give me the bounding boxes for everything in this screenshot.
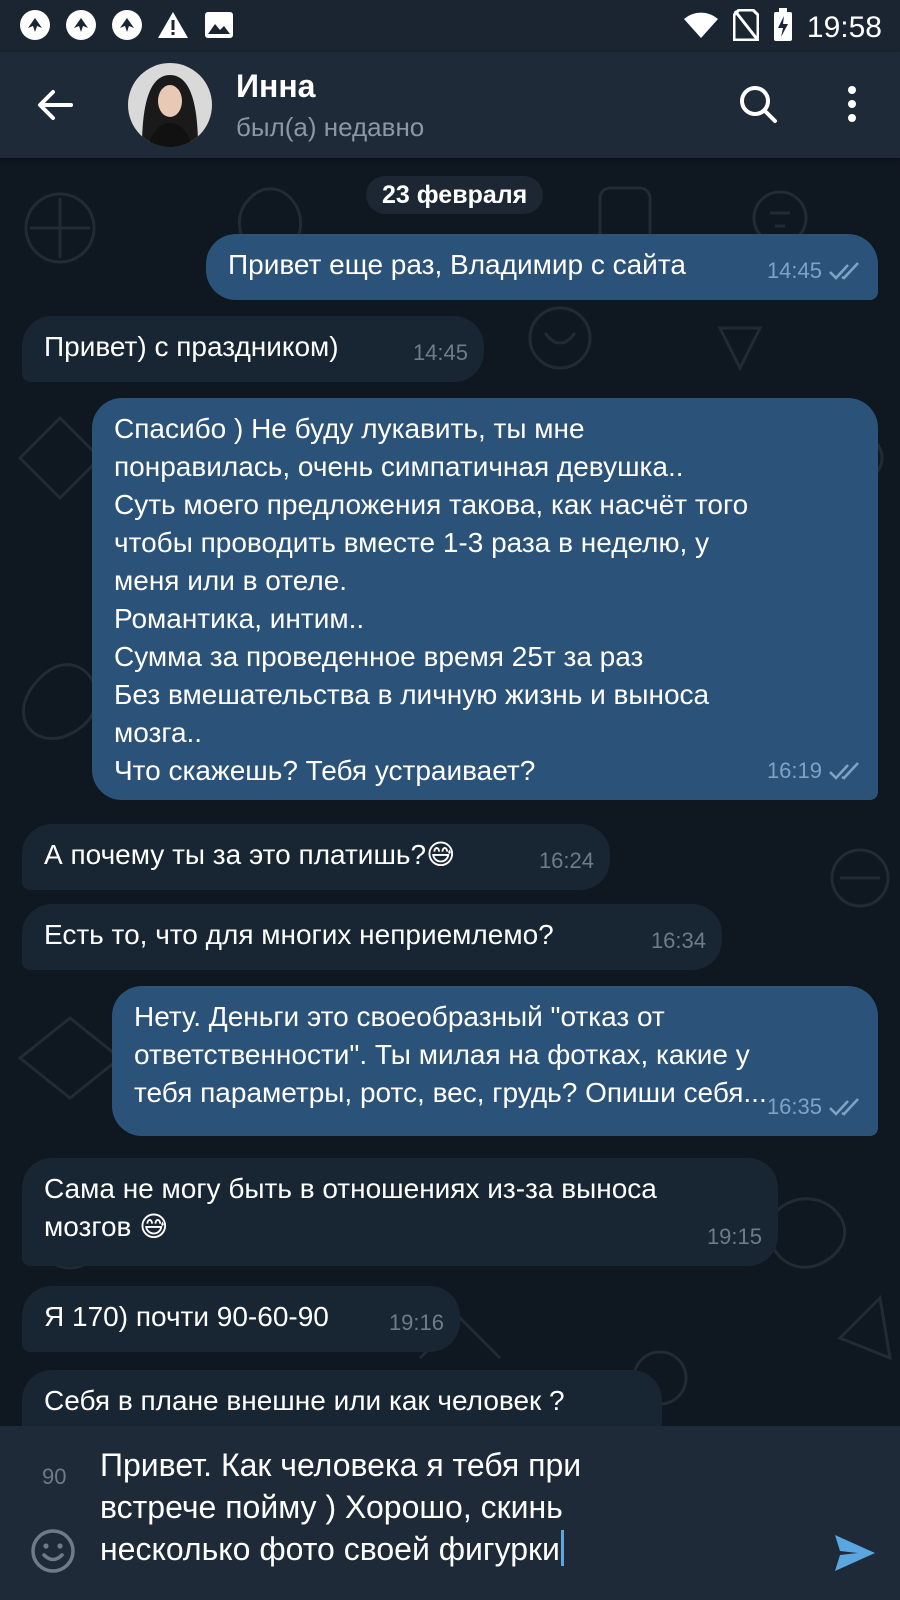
message-outgoing[interactable]: Нету. Деньги это своеобразный "отказ от … (112, 986, 878, 1136)
double-check-icon (829, 262, 859, 280)
message-meta: 14:45 (767, 252, 862, 290)
more-vertical-icon (848, 86, 856, 122)
image-icon (202, 8, 236, 42)
message-input[interactable]: Привет. Как человека я тебя при встрече … (100, 1444, 780, 1570)
status-bar: 19:58 (0, 0, 900, 52)
more-menu-button[interactable] (826, 78, 878, 130)
message-time: 19:15 (706, 1224, 762, 1249)
message-time: 16:24 (538, 848, 594, 873)
double-check-icon (829, 1098, 859, 1116)
message-incoming[interactable]: Привет) с праздником) 14:45 (22, 316, 484, 382)
app-notification-icon (64, 8, 98, 42)
arrow-left-icon (38, 90, 73, 120)
message-time: 14:45 (412, 340, 468, 365)
message-meta: 19:16 (389, 1304, 444, 1342)
message-text: Привет еще раз, Владимир с сайта (228, 249, 686, 280)
message-text: Себя в плане внешне или как человек ? (44, 1385, 565, 1416)
send-button[interactable] (830, 1528, 880, 1578)
last-seen-status: был(а) недавно (236, 112, 425, 142)
message-text: Сама не могу быть в отношениях из-за вын… (44, 1173, 657, 1242)
chat-header: Инна был(а) недавно (0, 52, 900, 158)
send-icon (835, 1535, 875, 1571)
app-notification-icon (110, 8, 144, 42)
message-meta: 16:35 (767, 1088, 862, 1126)
message-time: 16:19 (766, 758, 822, 783)
app-notification-icon (18, 8, 52, 42)
emoji-button[interactable] (28, 1526, 78, 1576)
search-icon (740, 86, 777, 123)
smile-icon (31, 1529, 75, 1573)
message-outgoing[interactable]: Спасибо ) Не буду лукавить, ты мне понра… (92, 398, 878, 800)
message-text: Нету. Деньги это своеобразный "отказ от … (134, 1001, 767, 1108)
message-text: А почему ты за это платишь?😅 (44, 839, 456, 870)
back-button[interactable] (30, 80, 80, 130)
message-meta: 16:24 (539, 842, 594, 880)
message-text: Спасибо ) Не буду лукавить, ты мне понра… (114, 413, 749, 786)
message-meta: 19:15 (707, 1218, 762, 1256)
message-meta: 14:45 (413, 334, 468, 372)
character-counter: 90 (42, 1464, 67, 1489)
message-text: Я 170) почти 90-60-90 (44, 1301, 329, 1332)
message-time: 14:45 (766, 258, 822, 283)
message-list[interactable]: 23 февраля Привет еще раз, Владимир с са… (0, 158, 900, 1426)
warning-icon (156, 8, 190, 42)
notification-icons (18, 8, 236, 42)
double-check-icon (829, 762, 859, 780)
message-time: 19:16 (388, 1310, 444, 1335)
no-sim-icon (732, 8, 760, 46)
message-incoming[interactable]: Себя в плане внешне или как человек ? (22, 1370, 662, 1426)
message-text: Есть то, что для многих неприемлемо? (44, 919, 554, 950)
message-incoming[interactable]: Я 170) почти 90-60-90 19:16 (22, 1286, 460, 1352)
message-meta: 16:34 (651, 922, 706, 960)
message-incoming[interactable]: Есть то, что для многих неприемлемо? 16:… (22, 904, 722, 970)
search-button[interactable] (732, 78, 784, 130)
clock: 19:58 (806, 10, 882, 44)
battery-charging-icon (773, 8, 793, 47)
message-incoming[interactable]: Сама не могу быть в отношениях из-за вын… (22, 1158, 778, 1266)
avatar[interactable] (128, 63, 212, 147)
message-composer: 90 Привет. Как человека я тебя при встре… (0, 1426, 900, 1600)
message-time: 16:35 (766, 1094, 822, 1119)
contact-name[interactable]: Инна (236, 68, 315, 105)
message-time: 16:34 (650, 928, 706, 953)
message-outgoing[interactable]: Привет еще раз, Владимир с сайта 14:45 (206, 234, 878, 300)
text-caret (560, 1530, 564, 1566)
message-meta: 16:19 (767, 752, 862, 790)
system-indicators: 19:58 (683, 8, 882, 47)
message-input-text: Привет. Как человека я тебя при встрече … (100, 1447, 582, 1567)
date-separator: 23 февраля (366, 176, 544, 214)
wifi-icon (683, 11, 719, 44)
message-incoming[interactable]: А почему ты за это платишь?😅 16:24 (22, 824, 610, 890)
message-text: Привет) с праздником) (44, 331, 339, 362)
